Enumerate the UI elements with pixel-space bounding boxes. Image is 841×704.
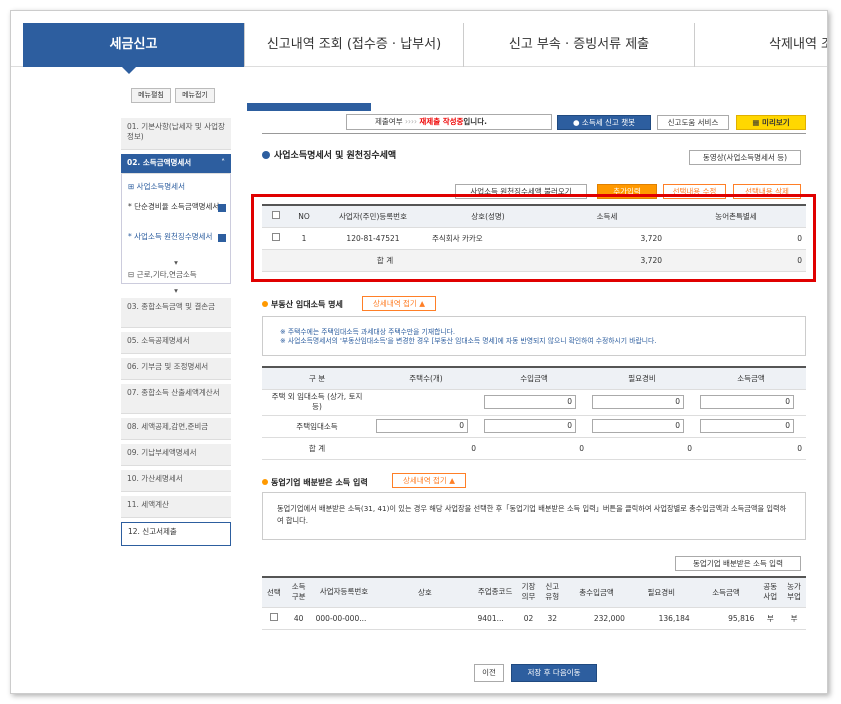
tab-filing-history[interactable]: 신고내역 조회 (접수증 · 납부서) bbox=[245, 23, 463, 67]
submit-status: 제출여부 ›››› 재제출 작성중입니다. bbox=[346, 114, 552, 130]
col-header: 소득금액 bbox=[696, 367, 806, 390]
bullet-icon bbox=[262, 151, 270, 159]
tab-documents[interactable]: 신고 부속 · 증빙서류 제출 bbox=[464, 23, 694, 67]
total-row: 합 계 0 0 0 0 bbox=[262, 437, 806, 460]
notice-text: ※ 사업소득명세서의 '부동산임대소득'을 변경한 경우 [부동산 임대소득 명… bbox=[280, 337, 657, 345]
section-title-rental: 부동산 임대소득 명세 bbox=[262, 299, 343, 310]
sidebar-item-total[interactable]: 03. 종합소득금액 및 결손금 bbox=[121, 298, 231, 328]
col-header: 구 분 bbox=[262, 367, 372, 390]
check-icon bbox=[218, 204, 226, 212]
tab-deleted-history[interactable]: 삭제내역 조 bbox=[695, 23, 827, 67]
chatbot-button[interactable]: ● 소득세 신고 챗봇 bbox=[557, 115, 651, 130]
chevron-up-icon: ˄ bbox=[221, 158, 225, 167]
expense-input[interactable]: 0 bbox=[592, 395, 684, 409]
sidebar-item-submit[interactable]: 12. 신고서제출 bbox=[121, 522, 231, 546]
menu-collapse-button[interactable]: 메뉴접기 bbox=[175, 88, 215, 103]
video-button[interactable]: 동영상(사업소득명세서 등) bbox=[689, 150, 801, 165]
help-service-button[interactable]: 신고도움 서비스 bbox=[657, 115, 729, 130]
col-header: 필요경비 bbox=[588, 367, 696, 390]
preview-button[interactable]: ▦ 미리보기 bbox=[736, 115, 806, 130]
toggle-detail-button[interactable]: 상세내역 접기 ▲ bbox=[392, 473, 466, 488]
notice-text: ※ 주택수에는 주택임대소득 과세대상 주택수만을 기재합니다. bbox=[280, 328, 455, 336]
active-tab-caret bbox=[122, 67, 136, 74]
section-title-business: 사업소득명세서 및 원천징수세액 bbox=[262, 148, 396, 161]
col-header: 주택수(개) bbox=[372, 367, 480, 390]
income-input[interactable]: 0 bbox=[700, 395, 794, 409]
scroll-down-icon[interactable]: ▾ bbox=[121, 284, 231, 295]
bullet-icon bbox=[262, 479, 268, 485]
sidebar-item-basic[interactable]: 01. 기본사항(납세자 및 사업장정보) bbox=[121, 118, 231, 150]
check-icon bbox=[218, 234, 226, 242]
sidebar-sub-earned[interactable]: ⊟ 근로,기타,연금소득 bbox=[121, 268, 231, 284]
table-row: 주택 외 임대소득 (상가, 토지 등) 0 0 0 bbox=[262, 389, 806, 416]
sidebar-sub-withholding[interactable]: * 사업소득 원천징수명세서 bbox=[121, 230, 231, 256]
row-checkbox[interactable] bbox=[269, 613, 278, 621]
sidebar-item-deduction[interactable]: 05. 소득공제명세서 bbox=[121, 332, 231, 354]
table-row: 주택임대소득 0 0 0 0 bbox=[262, 415, 806, 438]
income-input[interactable]: 0 bbox=[700, 419, 794, 433]
partnership-income-button[interactable]: 동업기업 배분받은 소득 입력 bbox=[675, 556, 801, 571]
scroll-down-icon[interactable]: ▾ bbox=[121, 256, 231, 268]
sidebar-sub-business[interactable]: ⊞ 사업소득명세서 bbox=[121, 174, 231, 200]
notice-box: 동업기업에서 배분받은 소득(31, 41)이 있는 경우 해당 사업장을 선택… bbox=[262, 492, 806, 540]
sidebar-item-credit[interactable]: 08. 세액공제,감면,준비금 bbox=[121, 418, 231, 440]
tab-tax-filing[interactable]: 세금신고 bbox=[23, 23, 244, 67]
top-navigation: 세금신고 신고내역 조회 (접수증 · 납부서) 신고 부속 · 증빙서류 제출… bbox=[11, 23, 827, 67]
expense-input[interactable]: 0 bbox=[592, 419, 684, 433]
house-count-input[interactable]: 0 bbox=[376, 419, 468, 433]
sidebar-item-income[interactable]: 02. 소득금액명세서 ˄ bbox=[121, 154, 231, 174]
sidebar-item-prepaid[interactable]: 09. 기납부세액명세서 bbox=[121, 444, 231, 466]
divider bbox=[262, 133, 806, 134]
sidebar-item-calc[interactable]: 07. 종합소득 산출세액계산서 bbox=[121, 384, 231, 414]
revenue-input[interactable]: 0 bbox=[484, 419, 576, 433]
revenue-input[interactable]: 0 bbox=[484, 395, 576, 409]
sidebar-item-tax-calc[interactable]: 11. 세액계산 bbox=[121, 496, 231, 518]
rental-income-table: 구 분 주택수(개) 수입금액 필요경비 소득금액 주택 외 임대소득 (상가,… bbox=[262, 366, 806, 460]
partnership-table: 선택 소득구분 사업자등록번호 상호 주업종코드 기장의무 신고유형 총수입금액… bbox=[262, 576, 806, 630]
section-title-partnership: 동업기업 배분받은 소득 입력 bbox=[262, 477, 368, 488]
sidebar-item-penalty[interactable]: 10. 가산세명세서 bbox=[121, 470, 231, 492]
progress-bar bbox=[247, 103, 371, 111]
prev-button[interactable]: 이전 bbox=[474, 664, 504, 682]
bullet-icon bbox=[262, 301, 268, 307]
sidebar-item-donation[interactable]: 06. 기부금 및 조정명세서 bbox=[121, 358, 231, 380]
highlight-box bbox=[251, 194, 816, 282]
toggle-detail-button[interactable]: 상세내역 접기 ▲ bbox=[362, 296, 436, 311]
col-header: 수입금액 bbox=[480, 367, 588, 390]
sidebar-sub-simple[interactable]: * 단순경비율 소득금액명세서 bbox=[121, 200, 231, 230]
menu-expand-button[interactable]: 메뉴펼침 bbox=[131, 88, 171, 103]
table-row[interactable]: 40 000-00-000... 9401... 02 32 232,000 1… bbox=[262, 607, 806, 630]
save-next-button[interactable]: 저장 후 다음이동 bbox=[511, 664, 597, 682]
